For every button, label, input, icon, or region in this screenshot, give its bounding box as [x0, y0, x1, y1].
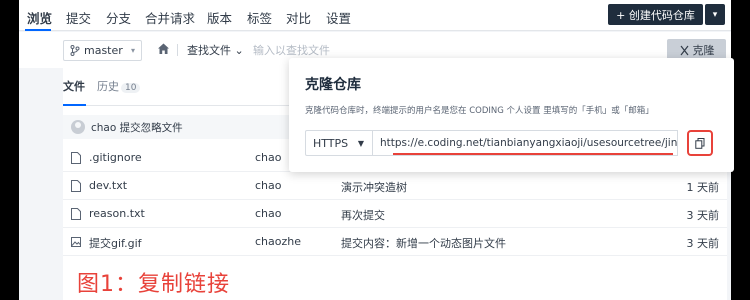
tab-history[interactable]: 历史 10: [97, 78, 141, 94]
last-commit-text: chao 提交忽略文件: [91, 122, 183, 134]
tab-tags[interactable]: 标签: [247, 8, 272, 27]
create-repo-button[interactable]: + 创建代码仓库: [608, 4, 703, 25]
copy-icon: [695, 137, 705, 149]
table-row[interactable]: dev.txt chao 演示冲突造树 1 天前: [63, 172, 727, 200]
chevron-down-icon: ▾: [130, 46, 135, 55]
figure-caption: 图1：复制链接: [77, 272, 230, 297]
file-icon: [71, 208, 81, 220]
tab-compare[interactable]: 对比: [286, 8, 311, 27]
clone-label: 克隆: [692, 44, 715, 57]
branch-name: master: [84, 44, 123, 57]
branch-select[interactable]: master ▾: [63, 40, 142, 61]
file-icon: [71, 152, 81, 164]
file-time: 3 天前: [686, 237, 720, 250]
tab-history-label: 历史: [97, 80, 119, 93]
tab-releases[interactable]: 版本: [207, 8, 232, 27]
caret-down-icon: ▼: [357, 139, 364, 148]
file-time: 3 天前: [686, 209, 720, 222]
tab-branches[interactable]: 分支: [106, 8, 131, 27]
table-row[interactable]: 提交gif.gif chaozhe 提交内容：新增一个动态图片文件 3 天前: [63, 228, 727, 256]
file-name[interactable]: .gitignore: [89, 151, 142, 164]
avatar: [71, 120, 85, 134]
file-author: chao: [255, 151, 282, 164]
popup-title: 克隆仓库: [305, 77, 361, 93]
history-count-badge: 10: [121, 83, 141, 93]
file-author: chaozhe: [255, 235, 302, 248]
protocol-select[interactable]: HTTPS ▼: [305, 130, 373, 156]
chevron-down-icon: ▾: [712, 9, 718, 20]
find-file-input[interactable]: 输入以查找文件: [253, 42, 330, 58]
clone-icon: [680, 45, 688, 55]
annotation-underline: [393, 153, 673, 155]
file-commit-message[interactable]: 演示冲突造树: [341, 179, 407, 195]
file-name[interactable]: dev.txt: [89, 179, 127, 192]
file-name[interactable]: reason.txt: [89, 207, 145, 220]
file-commit-message[interactable]: 提交内容：新增一个动态图片文件: [341, 235, 506, 251]
create-more-dropdown[interactable]: ▾: [705, 4, 725, 25]
file-author: chao: [255, 207, 282, 220]
copy-url-button[interactable]: [687, 130, 713, 156]
file-icon: [71, 180, 81, 192]
popup-description: 克隆代码仓库时，终端提示的用户名是您在 CODING 个人设置 里填写的「手机」…: [305, 106, 654, 116]
toolbar-divider: [177, 44, 178, 56]
find-file-dropdown[interactable]: 查找文件 ⌄: [187, 42, 244, 58]
tab-files[interactable]: 文件: [63, 78, 85, 94]
image-icon: [71, 237, 81, 247]
home-icon[interactable]: [157, 42, 170, 55]
branch-icon: [70, 45, 80, 56]
active-file-tab-indicator: [63, 104, 86, 106]
file-time: 1 天前: [686, 181, 720, 194]
create-repo-label: + 创建代码仓库: [616, 8, 695, 22]
file-name[interactable]: 提交gif.gif: [89, 235, 142, 251]
table-row[interactable]: reason.txt chao 再次提交 3 天前: [63, 200, 727, 228]
active-tab-indicator: [25, 29, 51, 31]
file-author: chao: [255, 179, 282, 192]
tab-settings[interactable]: 设置: [326, 8, 351, 27]
file-commit-message[interactable]: 再次提交: [341, 207, 385, 223]
tab-merge-requests[interactable]: 合并请求: [145, 8, 195, 27]
tab-commits[interactable]: 提交: [66, 8, 91, 27]
clone-popup: 克隆仓库 克隆代码仓库时，终端提示的用户名是您在 CODING 个人设置 里填写…: [289, 58, 734, 172]
tab-browse[interactable]: 浏览: [27, 8, 52, 27]
top-nav: 浏览 提交 分支 合并请求 版本 标签 对比 设置 + 创建代码仓库 ▾: [19, 0, 731, 31]
protocol-value: HTTPS: [313, 136, 349, 150]
